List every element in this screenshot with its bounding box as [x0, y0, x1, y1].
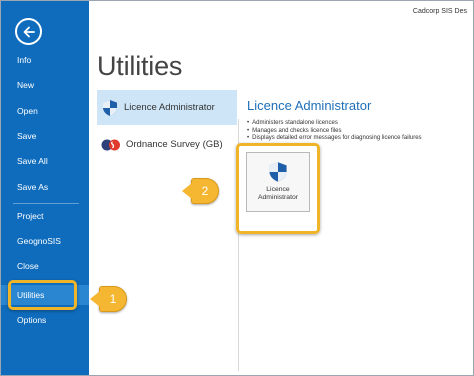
nav-item-new[interactable]: New [1, 75, 89, 95]
callout-step-1: 1 [90, 286, 127, 312]
backstage-window: Info New Open Save Save All Save As Proj… [0, 0, 474, 376]
back-button[interactable] [15, 18, 42, 45]
nav-item-close[interactable]: Close [1, 256, 89, 276]
page-title: Utilities [97, 51, 183, 81]
nav-item-save-all[interactable]: Save All [1, 151, 89, 171]
nav-item-options[interactable]: Options [1, 310, 89, 330]
nav-item-open[interactable]: Open [1, 101, 89, 121]
licence-administrator-button[interactable]: Licence Administrator [246, 152, 310, 212]
utility-label: Licence Administrator [124, 102, 215, 113]
ordnance-survey-icon [101, 139, 120, 150]
nav-item-info[interactable]: Info [1, 50, 89, 70]
callout-step-2: 2 [182, 178, 219, 204]
shield-icon [103, 99, 117, 116]
detail-title: Licence Administrator [247, 98, 372, 113]
backstage-sidebar: Info New Open Save Save All Save As Proj… [1, 1, 89, 375]
app-title: Cadcorp SIS Des [412, 8, 467, 15]
nav-item-project[interactable]: Project [1, 206, 89, 226]
nav-separator [13, 203, 79, 204]
utility-licence-administrator[interactable]: Licence Administrator [97, 90, 237, 125]
tile-label: Licence Administrator [257, 186, 299, 201]
nav-item-save[interactable]: Save [1, 126, 89, 146]
bullet-item: Displays detailed error messages for dia… [247, 135, 421, 143]
bullet-item: Manages and checks licence files [247, 128, 422, 136]
utility-label: Ordnance Survey (GB) [126, 139, 223, 150]
bullet-item: Administers standalone licences [247, 120, 422, 128]
detail-bullets: Administers standalone licences Manages … [247, 120, 422, 143]
back-arrow-icon [23, 26, 35, 37]
nav-item-save-as[interactable]: Save As [1, 177, 89, 197]
utility-ordnance-survey[interactable]: Ordnance Survey (GB) [97, 127, 237, 162]
shield-icon [269, 162, 287, 182]
panel-divider [238, 119, 239, 371]
nav-item-utilities[interactable]: Utilities [1, 285, 89, 305]
nav-item-geognosis[interactable]: GeognoSIS [1, 231, 89, 251]
